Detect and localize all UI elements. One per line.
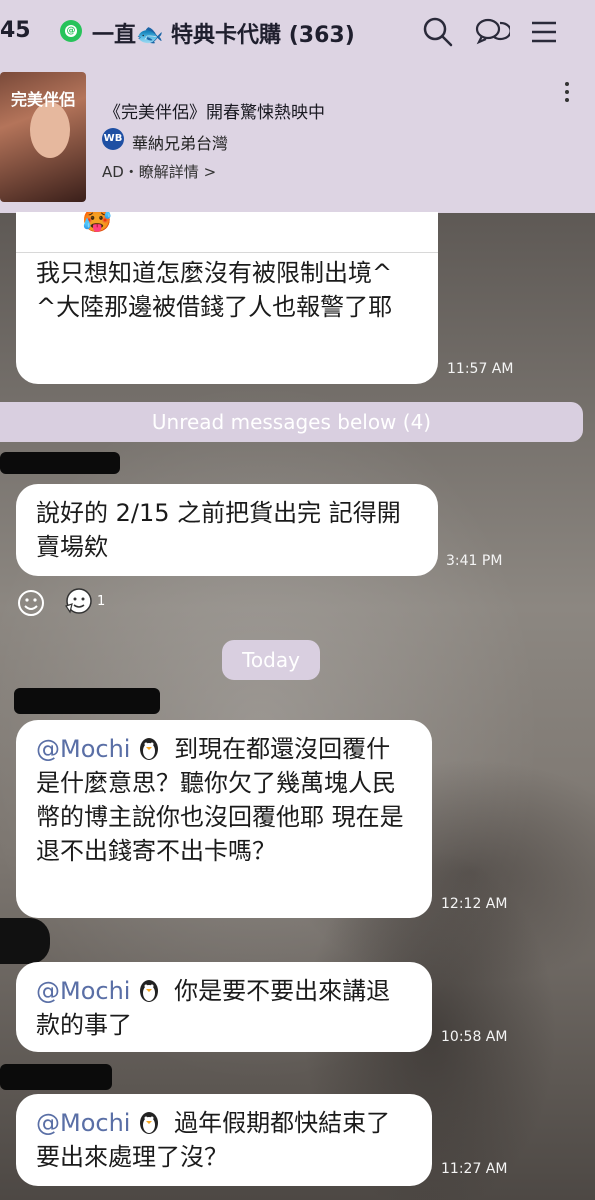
message-time: 11:27 AM [441, 1161, 508, 1177]
message-bubble[interactable]: @Mochi 到現在都還沒回覆什是什麼意思？聽你欠了幾萬塊人民幣的博主說你也沒回… [16, 720, 432, 918]
redacted-sender-name [0, 452, 120, 474]
date-divider: Today [222, 640, 320, 680]
mention-tag[interactable]: @Mochi [36, 1109, 130, 1137]
penguin-emoji-icon [140, 1112, 159, 1134]
reaction-count: 1 [97, 594, 106, 609]
message-time: 12:12 AM [441, 896, 508, 912]
redacted-sender-name [0, 1064, 112, 1090]
message-time: 3:41 PM [446, 553, 503, 569]
message-text: 我只想知道怎麼沒有被限制出境^ ^大陸那邊被借錢了人也報警了耶 [36, 259, 393, 321]
penguin-emoji-icon [140, 738, 159, 760]
wb-logo-icon: WB [102, 128, 124, 150]
ad-learn-more-link[interactable]: AD・瞭解詳情 > [102, 161, 216, 182]
ad-poster-image[interactable]: 完美伴侶 [0, 72, 86, 202]
menu-icon[interactable] [526, 14, 562, 50]
chat-title[interactable]: 一直🐟 特典卡代購 (363) [92, 17, 355, 49]
message-bubble[interactable]: @Mochi 過年假期都快結束了要出來處理了沒？ [16, 1094, 432, 1186]
more-options-icon[interactable] [560, 80, 574, 104]
message-text: 說好的 2/15 之前把貨出完 記得開賣場欸 [36, 499, 401, 561]
status-time: 45 [0, 18, 31, 43]
avatar[interactable] [0, 918, 50, 964]
line-group-icon: @ [60, 20, 82, 42]
search-icon[interactable] [420, 14, 456, 50]
add-reaction-icon[interactable] [16, 588, 46, 618]
ad-title[interactable]: 《完美伴侶》開春驚悚熱映中 [104, 98, 325, 123]
message-time: 10:58 AM [441, 1029, 508, 1045]
mention-tag[interactable]: @Mochi [36, 735, 130, 763]
message-bubble[interactable]: @Mochi 你是要不要出來講退款的事了 [16, 962, 432, 1052]
chat-icon[interactable] [474, 14, 510, 50]
ad-overlay-bg [0, 66, 595, 212]
redacted-sender-name [14, 688, 160, 714]
ad-brand: 華納兄弟台灣 [132, 134, 229, 153]
quoted-sticker-area: 🥵 [16, 206, 438, 253]
sticker-reaction-icon[interactable] [62, 586, 94, 620]
message-bubble[interactable]: 說好的 2/15 之前把貨出完 記得開賣場欸 [16, 484, 438, 576]
message-time: 11:57 AM [447, 361, 514, 377]
penguin-emoji-icon [140, 980, 159, 1002]
mention-tag[interactable]: @Mochi [36, 977, 130, 1005]
unread-divider: Unread messages below (4) [0, 402, 583, 442]
